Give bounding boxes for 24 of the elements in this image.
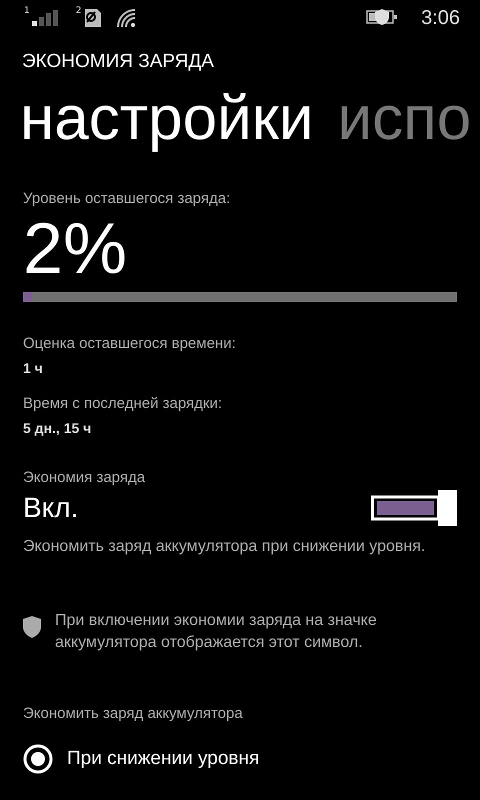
wifi-icon — [117, 9, 138, 27]
info-label: Время с последней зарядки: — [23, 394, 223, 414]
note-text: При включении экономии заряда на значке аккумулятора отображается этот символ. — [55, 611, 378, 653]
clock-time: 3:06 — [421, 6, 460, 30]
shield-icon — [23, 616, 41, 638]
radio-label: При снижении уровня — [67, 748, 260, 770]
battery-percentage: 2% — [23, 209, 128, 289]
info-value: 1 ч — [23, 360, 44, 376]
radio-button[interactable] — [23, 744, 53, 774]
toggle-state: Вкл. — [23, 491, 78, 525]
setting-label: Экономия заряда — [23, 468, 146, 488]
data-icon — [83, 9, 104, 27]
battery-saver-icon — [366, 8, 400, 26]
toggle-switch[interactable] — [371, 490, 457, 526]
app-title: ЭКОНОМИЯ ЗАРЯДА — [22, 51, 215, 73]
sim-number: 2 — [76, 6, 82, 16]
setting-description: Экономить заряд аккумулятора при снижении уровня. — [23, 537, 426, 557]
info-label: Оценка оставшегося времени: — [23, 334, 237, 354]
mode-label: Экономить заряд аккумулятора — [23, 704, 244, 724]
pivot-tab[interactable]: испо — [337, 83, 472, 155]
sim-number: 1 — [24, 6, 30, 16]
pivot-tab[interactable]: настройки — [20, 83, 314, 155]
battery-level-label: Уровень оставшегося заряда: — [23, 189, 232, 209]
info-value: 5 дн., 15 ч — [23, 420, 92, 436]
